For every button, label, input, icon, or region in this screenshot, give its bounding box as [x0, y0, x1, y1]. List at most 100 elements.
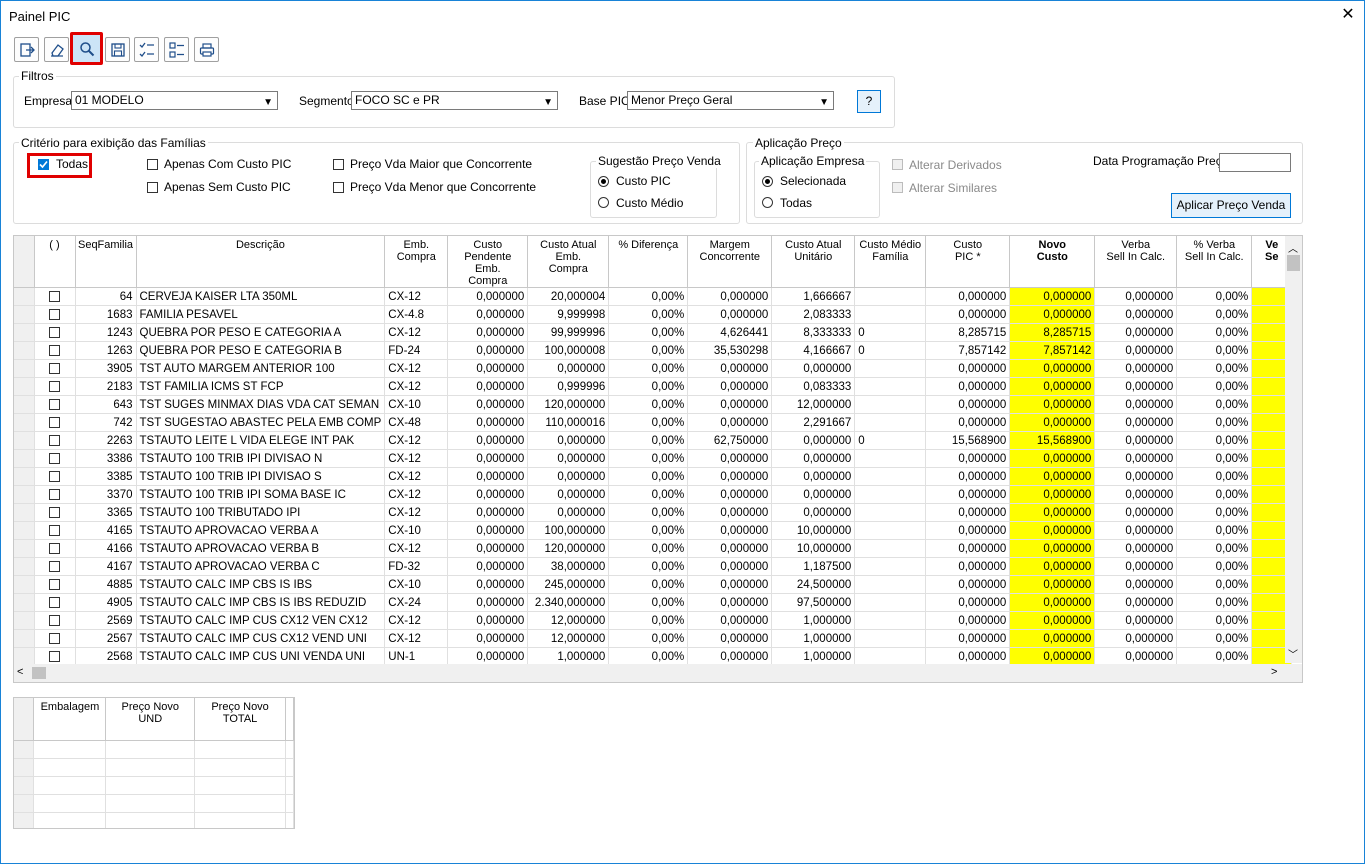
table-cell[interactable]: 1,666667	[771, 287, 856, 306]
select-cell[interactable]	[34, 377, 76, 396]
row-checkbox[interactable]	[49, 362, 60, 374]
table-cell[interactable]: 2,291667	[771, 413, 856, 432]
table-cell[interactable]: 0,000000	[447, 485, 529, 504]
row-checkbox[interactable]	[49, 542, 60, 554]
table-cell[interactable]: 62,750000	[687, 431, 773, 450]
table-cell[interactable]: 0,000000	[447, 305, 529, 324]
select-cell[interactable]	[34, 449, 76, 468]
column-header[interactable]: Custo Pendente Emb. Compra	[447, 236, 529, 288]
table-cell[interactable]: 0,00%	[1176, 521, 1253, 540]
row-checkbox[interactable]	[49, 560, 60, 572]
table-row[interactable]: 3386 TSTAUTO 100 TRIB IPI DIVISAO N CX-12 0…	[14, 449, 1293, 468]
table-cell[interactable]	[194, 812, 286, 828]
table-cell[interactable]	[854, 359, 927, 378]
checklist-button[interactable]	[134, 37, 159, 62]
row-checkbox[interactable]	[49, 614, 60, 626]
table-cell[interactable]: 2569	[75, 611, 137, 630]
table-cell[interactable]: TSTAUTO APROVACAO VERBA A	[136, 521, 386, 540]
table-cell[interactable]: 0,000000	[1094, 539, 1178, 558]
table-cell[interactable]: 742	[75, 413, 137, 432]
table-cell[interactable]: 0,00%	[608, 431, 689, 450]
table-cell[interactable]: 0,000000	[925, 611, 1011, 630]
table-cell[interactable]: TSTAUTO 100 TRIBUTADO IPI	[136, 503, 386, 522]
table-cell[interactable]: 0,000000	[1009, 647, 1096, 666]
select-cell[interactable]	[34, 413, 76, 432]
row-checkbox[interactable]	[49, 290, 60, 302]
empresa-select[interactable]: 01 MODELO ▼	[71, 91, 278, 110]
table-cell[interactable]: 0,00%	[608, 467, 689, 486]
select-cell[interactable]	[34, 611, 76, 630]
table-cell[interactable]	[33, 758, 107, 777]
table-cell[interactable]: 0,00%	[608, 395, 689, 414]
table-cell[interactable]: 0,000000	[925, 305, 1011, 324]
row-checkbox[interactable]	[49, 650, 60, 662]
table-cell[interactable]: 0,000000	[925, 287, 1011, 306]
table-cell[interactable]	[105, 740, 196, 759]
table-cell[interactable]: 0,000000	[1009, 395, 1096, 414]
table-cell[interactable]: 0,000000	[925, 647, 1011, 666]
table-cell[interactable]: 0,000000	[447, 557, 529, 576]
table-cell[interactable]: 0,00%	[608, 557, 689, 576]
table-cell[interactable]: 0,000000	[925, 485, 1011, 504]
help-button[interactable]: ?	[857, 90, 881, 113]
table-cell[interactable]: 4885	[75, 575, 137, 594]
table-cell[interactable]: 0,000000	[925, 557, 1011, 576]
table-cell[interactable]: 0,000000	[1094, 647, 1178, 666]
table-cell[interactable]: 4167	[75, 557, 137, 576]
table-cell[interactable]: 10,000000	[771, 521, 856, 540]
exit-button[interactable]	[14, 37, 39, 62]
table-cell[interactable]: 0,00%	[608, 575, 689, 594]
vertical-scroll-thumb[interactable]	[1287, 255, 1300, 271]
table-cell[interactable]: 0,00%	[1176, 557, 1253, 576]
table-cell[interactable]: 0,000000	[1094, 359, 1178, 378]
table-cell[interactable]	[854, 449, 927, 468]
select-cell[interactable]	[34, 395, 76, 414]
table-cell[interactable]: 0,000000	[1094, 413, 1178, 432]
select-cell[interactable]	[34, 287, 76, 306]
table-cell[interactable]	[285, 812, 294, 828]
selecionada-radio[interactable]	[762, 176, 773, 187]
table-row[interactable]: 742 TST SUGESTAO ABASTEC PELA EMB COMP CX-…	[14, 413, 1293, 432]
table-cell[interactable]: TST AUTO MARGEM ANTERIOR 100	[136, 359, 386, 378]
table-cell[interactable]: 0,000000	[687, 593, 773, 612]
table-cell[interactable]: 10,000000	[771, 539, 856, 558]
table-cell[interactable]	[854, 647, 927, 666]
table-cell[interactable]	[854, 413, 927, 432]
table-cell[interactable]	[285, 758, 294, 777]
apenas-com-checkbox[interactable]	[147, 159, 158, 170]
table-cell[interactable]: 0,000000	[447, 611, 529, 630]
table-cell[interactable]: 0,000000	[447, 287, 529, 306]
table-cell[interactable]: 0,000000	[925, 359, 1011, 378]
table-cell[interactable]	[33, 812, 107, 828]
table-cell[interactable]: 0,000000	[527, 359, 610, 378]
table-cell[interactable]: 4905	[75, 593, 137, 612]
table-cell[interactable]: 0,00%	[1176, 629, 1253, 648]
table-cell[interactable]	[854, 539, 927, 558]
table-cell[interactable]	[854, 287, 927, 306]
table-cell[interactable]: TSTAUTO 100 TRIB IPI DIVISAO S	[136, 467, 386, 486]
table-cell[interactable]: TST FAMILIA ICMS ST FCP	[136, 377, 386, 396]
table-cell[interactable]: 0,000000	[771, 485, 856, 504]
table-cell[interactable]: 0,000000	[1094, 287, 1178, 306]
table-cell[interactable]	[854, 467, 927, 486]
table-cell[interactable]: 1,000000	[771, 647, 856, 666]
table-cell[interactable]: 0,00%	[608, 359, 689, 378]
table-cell[interactable]: 0,00%	[608, 485, 689, 504]
table-cell[interactable]: 0,00%	[608, 341, 689, 360]
table-row[interactable]	[14, 758, 294, 777]
save-button[interactable]	[105, 37, 130, 62]
table-cell[interactable]: 0,000000	[687, 503, 773, 522]
table-cell[interactable]: 0,000000	[1094, 629, 1178, 648]
table-cell[interactable]: 0,000000	[1009, 539, 1096, 558]
table-cell[interactable]: 0,083333	[771, 377, 856, 396]
table-cell[interactable]	[285, 794, 294, 813]
row-checkbox[interactable]	[49, 524, 60, 536]
embalagem-grid[interactable]: Embalagem Preço Novo UND Preço Novo TOTA…	[13, 697, 295, 829]
table-cell[interactable]: 0,00%	[608, 305, 689, 324]
table-cell[interactable]: 0,00%	[1176, 449, 1253, 468]
table-row[interactable]: 4905 TSTAUTO CALC IMP CBS IS IBS REDUZID C…	[14, 593, 1293, 612]
table-cell[interactable]: 0,000000	[527, 503, 610, 522]
table-cell[interactable]: CX-10	[384, 575, 449, 594]
select-cell[interactable]	[34, 305, 76, 324]
table-cell[interactable]: 0,00%	[1176, 377, 1253, 396]
